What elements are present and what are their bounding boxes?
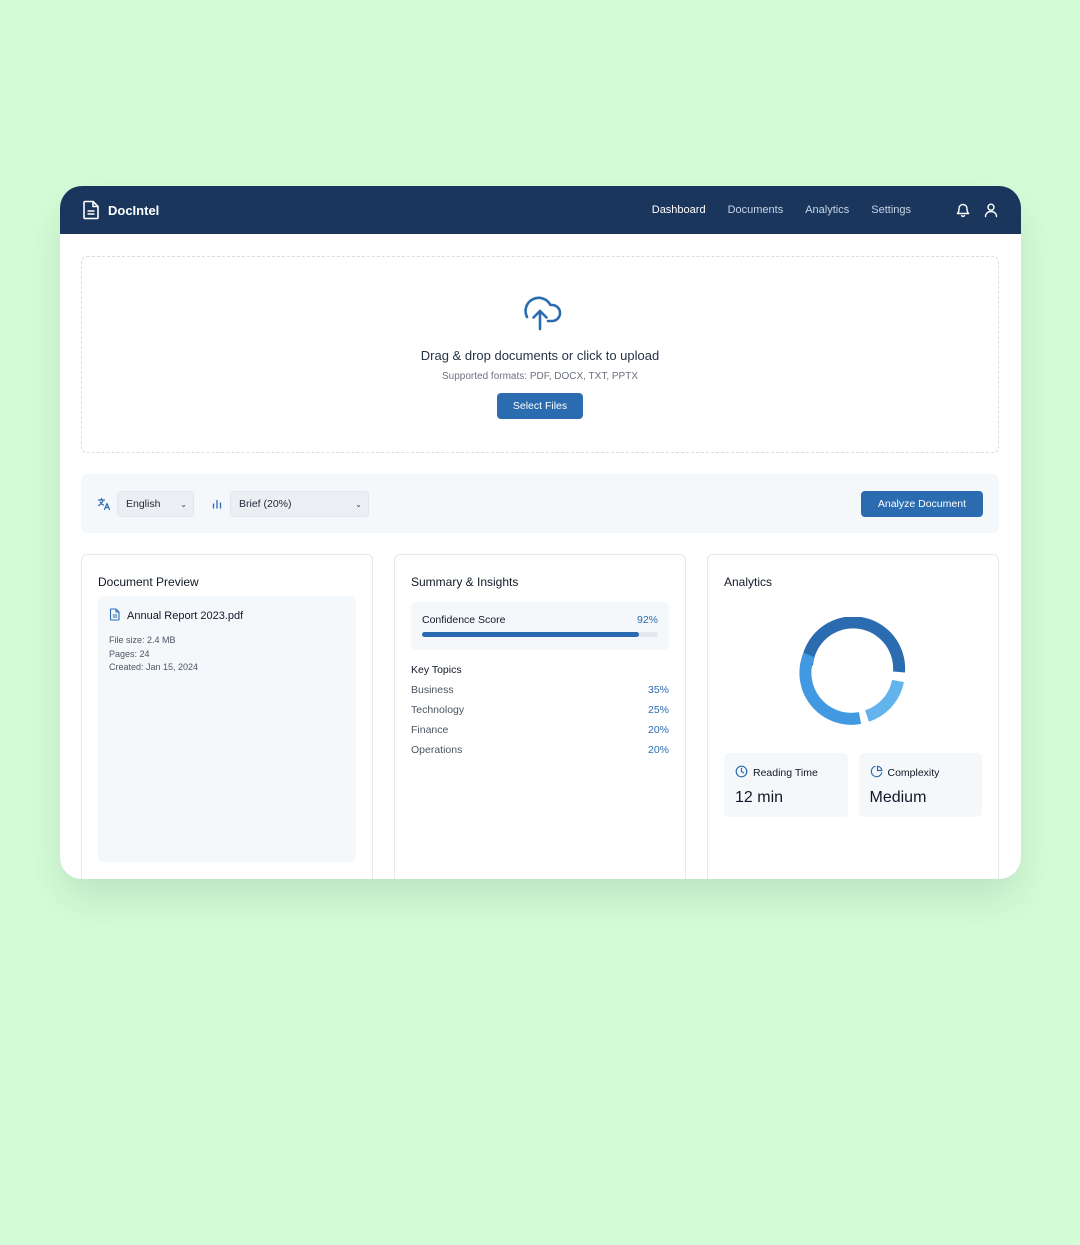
- key-topics-list: Business 35% Technology 25% Finance 20% …: [411, 684, 669, 756]
- app-window: DocIntel Dashboard Documents Analytics S…: [60, 186, 1021, 879]
- chevron-down-icon: ⌄: [355, 499, 362, 509]
- donut-segment: [864, 679, 904, 722]
- list-item: Finance 20%: [411, 724, 669, 736]
- complexity-label: Complexity: [887, 767, 940, 779]
- confidence-progress-fill: [422, 632, 640, 637]
- list-item: Operations 20%: [411, 744, 669, 756]
- nav-settings[interactable]: Settings: [871, 204, 911, 216]
- key-topics-title: Key Topics: [411, 664, 462, 676]
- upload-title: Drag & drop documents or click to upload: [420, 348, 660, 363]
- document-preview-card: Document Preview Annual Report 2023.pdf …: [81, 554, 373, 879]
- bar-chart-icon: [210, 497, 224, 511]
- topic-name: Operations: [411, 744, 463, 756]
- analytics-card: Analytics Reading Time 12 min Complexity…: [707, 554, 999, 879]
- reading-time-stat: Reading Time 12 min: [724, 753, 848, 817]
- topic-value: 20%: [647, 724, 669, 736]
- file-metadata: File size: 2.4 MB Pages: 24 Created: Jan…: [109, 634, 345, 675]
- summary-length-value: Brief (20%): [239, 497, 292, 510]
- app-name: DocIntel: [108, 202, 160, 218]
- nav-documents[interactable]: Documents: [728, 204, 784, 216]
- complexity-value: Medium: [869, 789, 927, 806]
- file-size: File size: 2.4 MB: [109, 635, 176, 645]
- card-title: Summary & Insights: [411, 575, 519, 589]
- upload-formats: Supported formats: PDF, DOCX, TXT, PPTX: [442, 371, 638, 382]
- card-title: Analytics: [724, 575, 773, 589]
- topic-name: Business: [411, 684, 454, 696]
- card-title: Document Preview: [98, 575, 199, 589]
- language-select[interactable]: English ⌄: [117, 490, 194, 517]
- reading-time-value: 12 min: [735, 789, 784, 806]
- main-nav: Dashboard Documents Analytics Settings: [652, 204, 911, 216]
- nav-analytics[interactable]: Analytics: [805, 204, 849, 216]
- topic-name: Technology: [411, 704, 465, 716]
- document-icon: [82, 200, 100, 220]
- clock-icon: [735, 765, 748, 781]
- analysis-options-bar: English ⌄ Brief (20%) ⌄ Analyze Document: [81, 474, 999, 533]
- confidence-label: Confidence Score: [422, 614, 506, 626]
- confidence-score-panel: Confidence Score 92%: [411, 602, 669, 650]
- cloud-upload-icon: [517, 291, 563, 331]
- chevron-down-icon: ⌄: [180, 499, 187, 509]
- analytics-stats: Reading Time 12 min Complexity Medium: [724, 753, 982, 817]
- complexity-stat: Complexity Medium: [858, 753, 982, 817]
- donut-segment: [799, 652, 862, 725]
- analytics-donut-chart: [798, 616, 908, 727]
- file-pages: Pages: 24: [109, 648, 150, 659]
- topic-value: 20%: [647, 744, 669, 756]
- summary-insights-card: Summary & Insights Confidence Score 92% …: [394, 554, 686, 879]
- bell-icon[interactable]: [955, 202, 971, 218]
- reading-time-label: Reading Time: [753, 767, 818, 779]
- user-icon[interactable]: [983, 202, 999, 218]
- topic-value: 25%: [647, 704, 669, 716]
- file-name-row[interactable]: Annual Report 2023.pdf: [109, 608, 345, 624]
- translate-icon: [97, 497, 111, 511]
- select-files-button[interactable]: Select Files: [496, 393, 584, 419]
- topic-value: 35%: [647, 684, 669, 696]
- analyze-document-button[interactable]: Analyze Document: [860, 490, 983, 517]
- pie-chart-icon: [870, 765, 883, 781]
- file-icon: [109, 608, 121, 624]
- summary-length-select[interactable]: Brief (20%) ⌄: [230, 490, 369, 517]
- confidence-progress-bar: [422, 632, 658, 637]
- brand[interactable]: DocIntel: [82, 200, 159, 220]
- upload-dropzone[interactable]: Drag & drop documents or click to upload…: [81, 256, 999, 453]
- topic-name: Finance: [411, 724, 449, 736]
- language-value: English: [126, 497, 161, 510]
- list-item: Business 35%: [411, 684, 669, 696]
- list-item: Technology 25%: [411, 704, 669, 716]
- file-created: Created: Jan 15, 2024: [109, 662, 199, 672]
- preview-panel: Annual Report 2023.pdf File size: 2.4 MB…: [98, 596, 356, 862]
- header-actions: [955, 202, 999, 218]
- nav-dashboard[interactable]: Dashboard: [652, 204, 706, 216]
- top-navbar: DocIntel Dashboard Documents Analytics S…: [60, 186, 1021, 234]
- confidence-value: 92%: [636, 614, 658, 626]
- file-name: Annual Report 2023.pdf: [127, 610, 244, 622]
- donut-segment: [801, 616, 906, 673]
